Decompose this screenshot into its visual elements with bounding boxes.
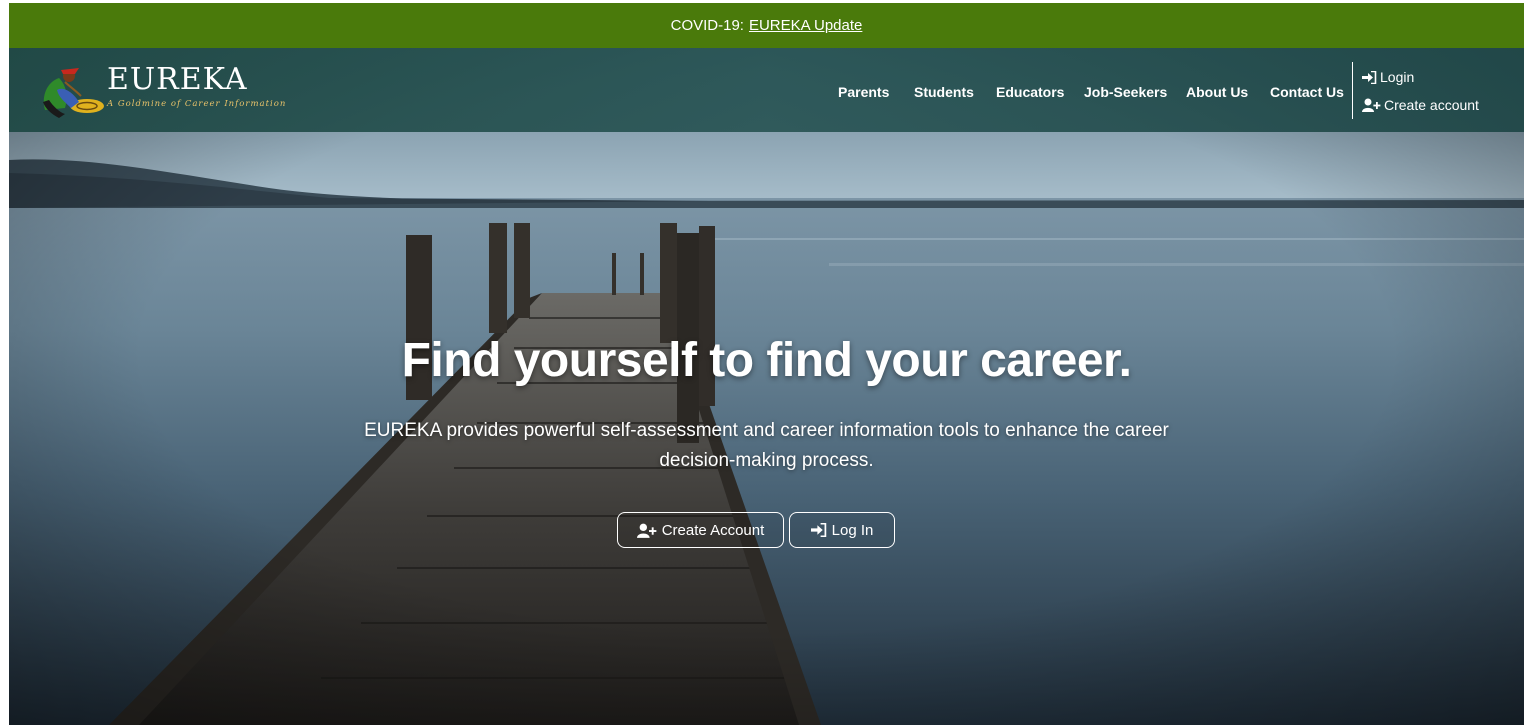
banner-prefix: COVID-19:: [670, 17, 744, 34]
create-account-button-label: Create Account: [661, 521, 765, 539]
hero-subtitle: EUREKA provides powerful self-assessment…: [364, 420, 1169, 471]
user-plus-icon: [636, 523, 657, 538]
gold-prospector-logo-icon: [43, 68, 104, 118]
user-plus-icon: [1362, 98, 1381, 112]
nav-about-us[interactable]: About Us: [1186, 84, 1248, 100]
create-account-link[interactable]: Create account: [1362, 97, 1479, 113]
eureka-update-link[interactable]: EUREKA Update: [749, 17, 862, 34]
sign-in-icon: [810, 523, 826, 537]
nav-students[interactable]: Students: [914, 84, 974, 100]
log-in-button[interactable]: Log In: [789, 512, 895, 548]
navbar: EUREKA A Goldmine of Career Information …: [9, 48, 1524, 132]
nav-job-seekers[interactable]: Job-Seekers: [1084, 84, 1167, 100]
hero-headline: Find yourself to find your career.: [401, 334, 1132, 387]
create-account-button[interactable]: Create Account: [617, 512, 784, 548]
brand-tagline: A Goldmine of Career Information: [107, 99, 287, 109]
covid-banner: COVID-19: EUREKA Update: [9, 3, 1524, 48]
login-link-label: Login: [1380, 69, 1415, 85]
brand-name: EUREKA: [107, 62, 248, 97]
nav-divider: [1352, 62, 1353, 119]
nav-educators[interactable]: Educators: [996, 84, 1064, 100]
create-account-link-label: Create account: [1384, 97, 1479, 113]
log-in-button-label: Log In: [831, 521, 874, 539]
page: COVID-19: EUREKA Update EUREKA A Goldmin…: [9, 3, 1524, 725]
nav-contact-us[interactable]: Contact Us: [1270, 84, 1344, 100]
login-link[interactable]: Login: [1362, 69, 1414, 85]
eureka-logo[interactable]: EUREKA A Goldmine of Career Information: [35, 60, 295, 120]
nav-parents[interactable]: Parents: [838, 84, 889, 100]
sign-in-icon: [1362, 70, 1377, 84]
